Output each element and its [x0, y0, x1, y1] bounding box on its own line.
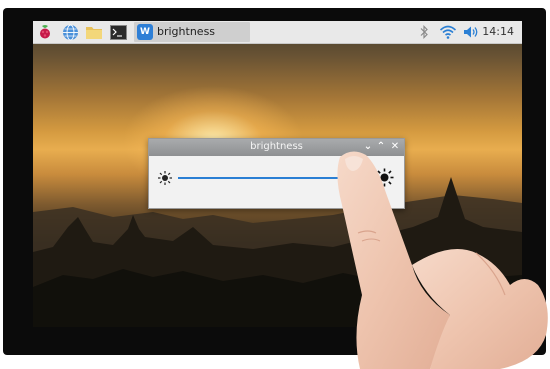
top-taskbar: W brightness 14:14	[33, 21, 522, 44]
file-manager-icon[interactable]	[85, 23, 103, 41]
terminal-icon[interactable]	[109, 23, 127, 41]
wifi-icon[interactable]	[439, 24, 457, 40]
web-browser-icon[interactable]	[61, 23, 79, 41]
volume-icon[interactable]	[462, 24, 480, 40]
taskbar-item-label: brightness	[157, 25, 216, 38]
sun-dim-icon	[158, 171, 172, 185]
bluetooth-icon[interactable]	[418, 24, 430, 40]
clock[interactable]: 14:14	[482, 25, 514, 38]
pointing-hand	[337, 151, 548, 369]
brightness-app-icon: W	[137, 24, 153, 40]
taskbar-item-brightness[interactable]: W brightness	[134, 22, 250, 42]
raspberry-menu-icon[interactable]	[36, 23, 54, 41]
